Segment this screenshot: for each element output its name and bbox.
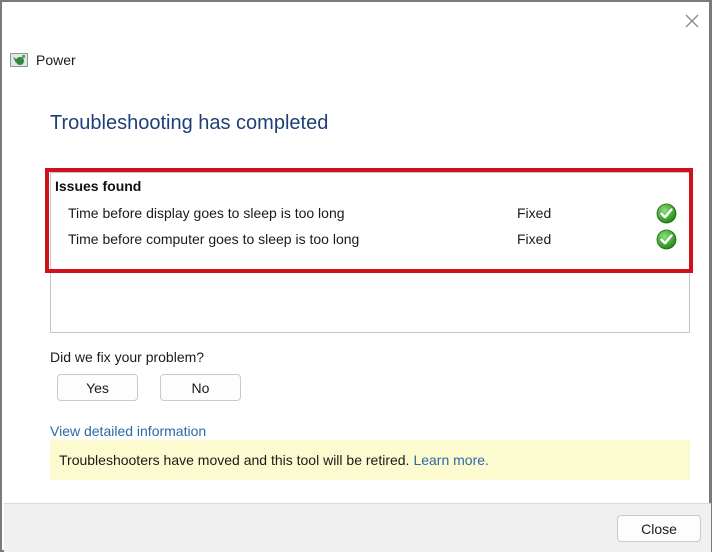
notice-text: Troubleshooters have moved and this tool…: [59, 452, 410, 468]
feedback-question: Did we fix your problem?: [50, 349, 205, 365]
issue-row: Time before computer goes to sleep is to…: [68, 229, 678, 251]
issue-status: Fixed: [517, 205, 552, 221]
footer-bar: [4, 503, 711, 552]
close-icon[interactable]: [682, 11, 702, 31]
issue-label: Time before display goes to sleep is too…: [68, 205, 345, 221]
app-title: Power: [36, 52, 76, 68]
view-detailed-information-link[interactable]: View detailed information: [50, 423, 206, 439]
troubleshooter-window: Power Troubleshooting has completed Issu…: [0, 0, 712, 552]
green-check-icon: [656, 203, 677, 224]
issue-status: Fixed: [517, 231, 552, 247]
yes-button[interactable]: Yes: [57, 374, 138, 401]
app-header: Power: [10, 50, 76, 70]
issues-found-heading: Issues found: [55, 178, 142, 194]
power-troubleshooter-icon: [10, 53, 28, 67]
close-button[interactable]: Close: [617, 515, 701, 542]
retirement-notice: Troubleshooters have moved and this tool…: [50, 440, 690, 480]
issue-row: Time before display goes to sleep is too…: [68, 203, 678, 225]
green-check-icon: [656, 229, 677, 250]
learn-more-link[interactable]: Learn more.: [413, 452, 488, 468]
page-title: Troubleshooting has completed: [50, 112, 329, 134]
no-button[interactable]: No: [160, 374, 241, 401]
issue-label: Time before computer goes to sleep is to…: [68, 231, 360, 247]
